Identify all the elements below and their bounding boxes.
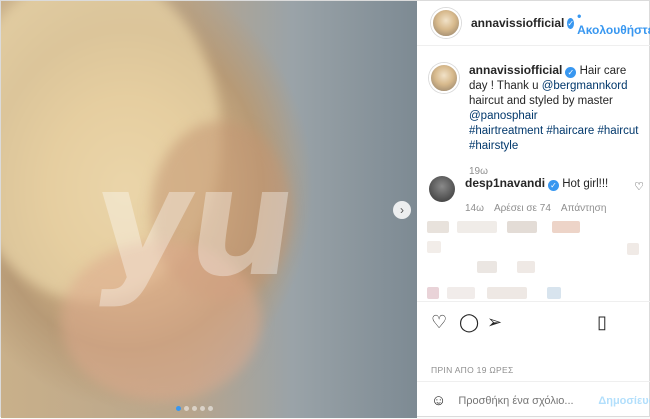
comment-reply[interactable]: Απάντηση [561,201,606,216]
verified-badge-icon: ✓ [567,17,575,29]
comment-icon[interactable]: ◯ [459,312,479,333]
mention-link[interactable]: @panosphair [469,110,538,122]
pixel-block [552,221,580,233]
pixel-block [627,243,639,255]
post-header: annavissiofficial ✓ • Ακολουθήστε [417,1,650,46]
share-icon[interactable]: ➢ [487,312,502,333]
avatar[interactable] [431,8,461,38]
pixel-block [507,221,537,233]
carousel-dot [200,406,205,411]
hashtag-link[interactable]: #hairtreatment [469,125,543,137]
pixel-block [427,221,449,233]
pixel-block [547,287,561,299]
next-arrow-icon[interactable]: › [393,201,411,219]
caption-avatar[interactable] [429,63,459,93]
comment-input[interactable] [456,393,591,408]
heart-icon[interactable]: ♡ [634,180,644,193]
pixel-block [517,261,535,273]
comment-avatar[interactable] [429,176,455,202]
comment-item: desp1navandi ✓ Hot girl!!! 14ω Αρέσει σε … [429,176,644,216]
carousel-dot [184,406,189,411]
comment-username[interactable]: desp1navandi [465,176,545,190]
pixel-block [427,241,441,253]
carousel-dots [176,406,213,411]
hashtag-link[interactable]: #haircare [546,125,594,137]
comment-composer: ☺ Δημοσίευση [417,381,650,419]
mention-link[interactable]: @bergmannkord [542,80,628,92]
caption: annavissiofficial ✓ Hair care day ! Thank… [429,63,644,179]
pixel-block [477,261,497,273]
comment-time[interactable]: 14ω [465,201,484,216]
emoji-icon[interactable]: ☺ [431,392,446,409]
follow-button[interactable]: • Ακολουθήστε [577,9,650,37]
watermark: yu [83,136,305,310]
pixel-block [487,287,527,299]
post-sidebar: annavissiofficial ✓ • Ακολουθήστε annavi… [417,1,650,418]
bookmark-icon[interactable]: ▯ [597,312,607,333]
comment-meta: 14ω Αρέσει σε 74 Απάντηση [465,201,608,216]
publish-button[interactable]: Δημοσίευση [598,395,650,407]
comment-likes[interactable]: Αρέσει σε 74 [494,201,551,216]
carousel-dot [208,406,213,411]
verified-badge-icon: ✓ [548,180,560,191]
action-bar: ♡ ◯ ➢ ▯ [417,301,650,342]
post-photo[interactable]: yu › [1,1,417,418]
pixelated-comments [427,221,642,301]
follow-label: Ακολουθήστε [577,23,650,37]
caption-username[interactable]: annavissiofficial [469,63,562,77]
instagram-post: yu › annavissiofficial ✓ • Ακολουθήστε a… [0,0,650,418]
heart-icon[interactable]: ♡ [431,312,447,333]
pixel-block [447,287,475,299]
hashtag-link[interactable]: #hairstyle [469,140,518,152]
caption-body-2: haircut and styled by master [469,95,613,107]
caption-text: annavissiofficial ✓ Hair care day ! Thank… [469,63,644,179]
post-date[interactable]: ΠΡΙΝ ΑΠΟ 19 ΩΡΕΣ [431,365,514,375]
carousel-dot-active [176,406,181,411]
comment-text: Hot girl!!! [562,178,609,190]
pixel-block [427,287,439,299]
comment-body: desp1navandi ✓ Hot girl!!! 14ω Αρέσει σε … [465,176,608,216]
carousel-dot [192,406,197,411]
header-username[interactable]: annavissiofficial [471,16,564,30]
pixel-block [457,221,497,233]
verified-badge-icon: ✓ [565,67,577,78]
hashtag-link[interactable]: #haircut [598,125,639,137]
